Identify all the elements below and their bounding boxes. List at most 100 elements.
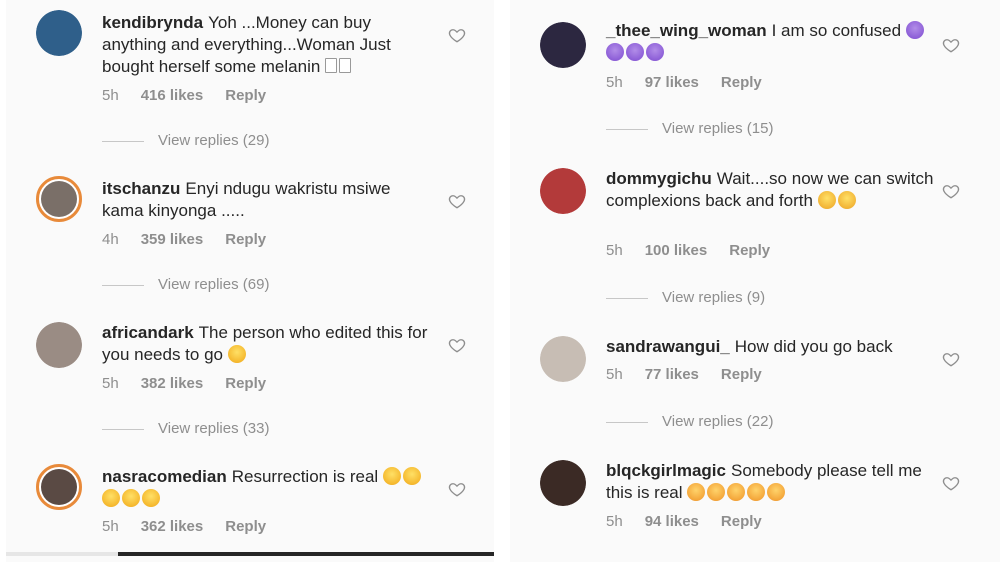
avatar[interactable] <box>540 460 586 506</box>
comment-username[interactable]: _thee_wing_woman <box>606 21 767 40</box>
smile-emoji-icon <box>767 483 786 501</box>
woman-emoji-icon <box>905 21 924 39</box>
comment-username[interactable]: africandark <box>102 323 194 342</box>
view-replies-link[interactable]: View replies (29) <box>102 132 269 149</box>
view-replies-link[interactable]: View replies (33) <box>102 420 269 437</box>
reply-button[interactable]: Reply <box>721 74 762 91</box>
comment-time: 5h <box>102 518 119 535</box>
comment-body: africandark The person who edited this fo… <box>102 322 432 366</box>
view-replies-label[interactable]: View replies (22) <box>662 413 773 430</box>
horizontal-scrollbar[interactable] <box>6 552 494 556</box>
replies-divider <box>606 128 648 130</box>
comment-meta: 5h 362 likes Reply <box>102 518 288 535</box>
comment-username[interactable]: blqckgirlmagic <box>606 461 726 480</box>
right-comments-panel: _thee_wing_woman I am so confused 5h 97 li… <box>510 0 1000 562</box>
comment-text: How did you go back <box>734 337 893 356</box>
reply-button[interactable]: Reply <box>721 513 762 530</box>
view-replies-link[interactable]: View replies (9) <box>606 289 765 306</box>
comment-meta: 5h 97 likes Reply <box>606 74 784 91</box>
smile-emoji-icon <box>727 483 746 501</box>
comment-username[interactable]: sandrawangui_ <box>606 337 730 356</box>
comment-body: nasracomedian Resurrection is real <box>102 466 432 510</box>
comment-time: 5h <box>102 87 119 104</box>
comment-username[interactable]: dommygichu <box>606 169 712 188</box>
heart-icon[interactable] <box>448 26 466 44</box>
comment-time: 5h <box>606 74 623 91</box>
comment-body: kendibrynda Yoh ...Money can buy anything… <box>102 12 432 78</box>
comment-likes[interactable]: 362 likes <box>141 518 204 535</box>
view-replies-link[interactable]: View replies (22) <box>606 413 773 430</box>
heart-icon[interactable] <box>448 192 466 210</box>
comment-username[interactable]: kendibrynda <box>102 13 203 32</box>
replies-divider <box>102 140 144 142</box>
heart-icon[interactable] <box>942 36 960 54</box>
avatar[interactable] <box>540 22 586 68</box>
reply-button[interactable]: Reply <box>225 518 266 535</box>
comment-text: Resurrection is real <box>231 467 379 486</box>
replies-divider <box>102 428 144 430</box>
comment-likes[interactable]: 100 likes <box>645 242 708 259</box>
comment-body: _thee_wing_woman I am so confused <box>606 20 936 64</box>
view-replies-label[interactable]: View replies (33) <box>158 420 269 437</box>
laugh-emoji-icon <box>102 489 120 507</box>
comment-likes[interactable]: 94 likes <box>645 513 699 530</box>
comment-time: 5h <box>606 513 623 530</box>
woman-emoji-icon <box>646 43 664 61</box>
comment-meta: 5h 382 likes Reply <box>102 375 288 392</box>
avatar[interactable] <box>36 464 82 510</box>
avatar[interactable] <box>36 176 82 222</box>
comment-likes[interactable]: 416 likes <box>141 87 204 104</box>
smile-emoji-icon <box>747 483 766 501</box>
view-replies-label[interactable]: View replies (15) <box>662 120 773 137</box>
comment-text: I am so confused <box>771 21 902 40</box>
comment-likes[interactable]: 97 likes <box>645 74 699 91</box>
scrollbar-thumb[interactable] <box>118 552 494 556</box>
comment-body: itschanzu Enyi ndugu wakristu msiwe kama … <box>102 178 432 222</box>
replies-divider <box>606 421 648 423</box>
view-replies-label[interactable]: View replies (69) <box>158 276 269 293</box>
reply-button[interactable]: Reply <box>729 242 770 259</box>
comment-likes[interactable]: 77 likes <box>645 366 699 383</box>
reply-button[interactable]: Reply <box>225 375 266 392</box>
comment-time: 5h <box>606 242 623 259</box>
reply-button[interactable]: Reply <box>225 231 266 248</box>
woman-emoji-icon <box>606 43 624 61</box>
comment-time: 5h <box>606 366 623 383</box>
heart-icon[interactable] <box>942 350 960 368</box>
view-replies-label[interactable]: View replies (29) <box>158 132 269 149</box>
heart-icon[interactable] <box>942 182 960 200</box>
comment-username[interactable]: itschanzu <box>102 179 180 198</box>
think-emoji-icon <box>837 191 856 209</box>
comment-meta: 5h 100 likes Reply <box>606 242 792 259</box>
avatar[interactable] <box>540 168 586 214</box>
comment-meta: 4h 359 likes Reply <box>102 231 288 248</box>
replies-divider <box>606 297 648 299</box>
comment-meta: 5h 94 likes Reply <box>606 513 784 530</box>
view-replies-link[interactable]: View replies (69) <box>102 276 269 293</box>
avatar[interactable] <box>36 322 82 368</box>
reply-button[interactable]: Reply <box>721 366 762 383</box>
comment-body: dommygichu Wait....so now we can switch c… <box>606 168 936 212</box>
heart-icon[interactable] <box>942 474 960 492</box>
comment-time: 5h <box>102 375 119 392</box>
heart-icon[interactable] <box>448 480 466 498</box>
avatar[interactable] <box>540 336 586 382</box>
view-replies-link[interactable]: View replies (15) <box>606 120 773 137</box>
laugh-emoji-icon <box>227 345 246 363</box>
view-replies-label[interactable]: View replies (9) <box>662 289 765 306</box>
comment-meta: 5h 77 likes Reply <box>606 366 784 383</box>
left-comments-panel: kendibrynda Yoh ...Money can buy anything… <box>6 0 494 562</box>
comment-body: sandrawangui_ How did you go back <box>606 336 936 358</box>
comment-likes[interactable]: 382 likes <box>141 375 204 392</box>
comment-username[interactable]: nasracomedian <box>102 467 227 486</box>
laugh-emoji-icon <box>402 467 421 485</box>
replies-divider <box>102 284 144 286</box>
smile-emoji-icon <box>687 483 706 501</box>
smile-emoji-icon <box>707 483 726 501</box>
laugh-emoji-icon <box>122 489 140 507</box>
heart-icon[interactable] <box>448 336 466 354</box>
reply-button[interactable]: Reply <box>225 87 266 104</box>
avatar[interactable] <box>36 10 82 56</box>
comment-time: 4h <box>102 231 119 248</box>
comment-likes[interactable]: 359 likes <box>141 231 204 248</box>
